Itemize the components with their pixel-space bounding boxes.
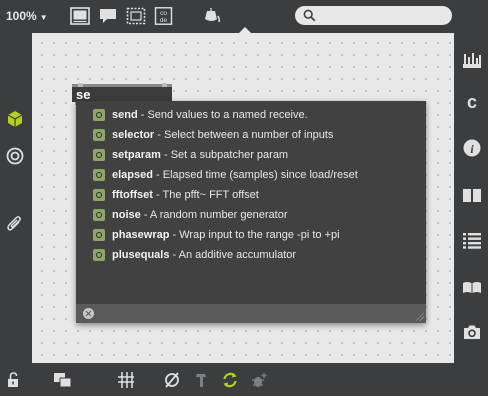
item-name: send: [112, 109, 138, 121]
comment-icon[interactable]: [98, 7, 118, 25]
item-name: noise: [112, 209, 141, 221]
autocomplete-item-selector[interactable]: selector - Select between a number of in…: [76, 125, 426, 145]
autocomplete-item-send[interactable]: send - Send values to a named receive.: [76, 105, 426, 125]
autocomplete-popup: send - Send values to a named receive. s…: [76, 101, 426, 323]
autocomplete-item-elapsed[interactable]: elapsed - Elapsed time (samples) since l…: [76, 165, 426, 185]
null-icon[interactable]: [163, 371, 181, 389]
lock-icon[interactable]: [6, 371, 24, 389]
object-box-text[interactable]: se: [76, 87, 90, 102]
new-object-box[interactable]: se: [72, 83, 172, 105]
grid-icon[interactable]: [117, 371, 135, 389]
chevron-down-icon: ▼: [39, 13, 48, 22]
debug-icon[interactable]: [250, 371, 268, 389]
object-icon: [93, 129, 105, 141]
left-sidebar: [0, 33, 32, 363]
item-description: - Wrap input to the range -pi to +pi: [169, 229, 340, 241]
object-icon: [93, 169, 105, 181]
item-description: - A random number generator: [140, 209, 288, 221]
object-icon: [93, 109, 105, 121]
hammer-icon[interactable]: [193, 371, 211, 389]
item-name: fftoffset: [112, 189, 153, 201]
item-name: setparam: [112, 149, 161, 161]
info-icon[interactable]: i: [462, 138, 482, 158]
svg-text:co: co: [160, 10, 167, 17]
search-input[interactable]: [321, 8, 445, 25]
paint-bucket-icon[interactable]: [202, 7, 222, 25]
camera-icon[interactable]: [462, 322, 482, 342]
target-icon[interactable]: [5, 146, 25, 166]
item-description: - The pfft~ FFT offset: [152, 189, 259, 201]
autocomplete-item-fftoffset[interactable]: fftoffset - The pfft~ FFT offset: [76, 185, 426, 205]
windows-icon[interactable]: [53, 371, 73, 389]
item-name: elapsed: [112, 169, 153, 181]
object-icon: [93, 189, 105, 201]
code-icon[interactable]: co de: [154, 7, 174, 25]
svg-text:de: de: [160, 17, 168, 24]
autocomplete-item-setparam[interactable]: setparam - Set a subpatcher param: [76, 145, 426, 165]
zoom-label: 100%: [6, 9, 37, 23]
autocomplete-list: send - Send values to a named receive. s…: [76, 105, 426, 265]
search-icon: [303, 9, 316, 22]
autocomplete-item-phasewrap[interactable]: phasewrap - Wrap input to the range -pi …: [76, 225, 426, 245]
close-icon[interactable]: [83, 308, 94, 319]
object-inlet[interactable]: [162, 83, 167, 87]
item-name: phasewrap: [112, 229, 170, 241]
fullscreen-icon[interactable]: [126, 7, 146, 25]
object-icon: [93, 229, 105, 241]
autocomplete-item-noise[interactable]: noise - A random number generator: [76, 205, 426, 225]
search-field[interactable]: [295, 6, 452, 25]
item-description: - An additive accumulator: [169, 249, 297, 261]
resize-grip-icon[interactable]: [415, 312, 424, 321]
object-icon: [93, 149, 105, 161]
c-letter-icon[interactable]: c: [462, 92, 482, 112]
paperclip-icon[interactable]: [5, 214, 25, 234]
item-name: selector: [112, 129, 155, 141]
bottom-toolbar: [0, 363, 488, 396]
item-name: plusequals: [112, 249, 170, 261]
item-description: - Select between a number of inputs: [154, 129, 334, 141]
svg-text:c: c: [467, 92, 477, 112]
list-icon[interactable]: [462, 230, 482, 250]
mixer-icon[interactable]: [462, 50, 482, 70]
reference-book-icon[interactable]: [462, 277, 482, 297]
presentation-icon[interactable]: [70, 7, 90, 25]
zoom-menu[interactable]: 100% ▼: [6, 9, 48, 23]
item-description: - Elapsed time (samples) since load/rese…: [152, 169, 358, 181]
object-icon: [93, 209, 105, 221]
item-description: - Set a subpatcher param: [160, 149, 289, 161]
cube-icon[interactable]: [5, 109, 25, 129]
book-open-icon[interactable]: [462, 185, 482, 205]
item-description: - Send values to a named receive.: [137, 109, 308, 121]
object-icon: [93, 249, 105, 261]
autocomplete-item-plusequals[interactable]: plusequals - An additive accumulator: [76, 245, 426, 265]
refresh-icon[interactable]: [221, 371, 239, 389]
autocomplete-footer: [76, 304, 426, 323]
right-sidebar: c i: [454, 33, 488, 363]
